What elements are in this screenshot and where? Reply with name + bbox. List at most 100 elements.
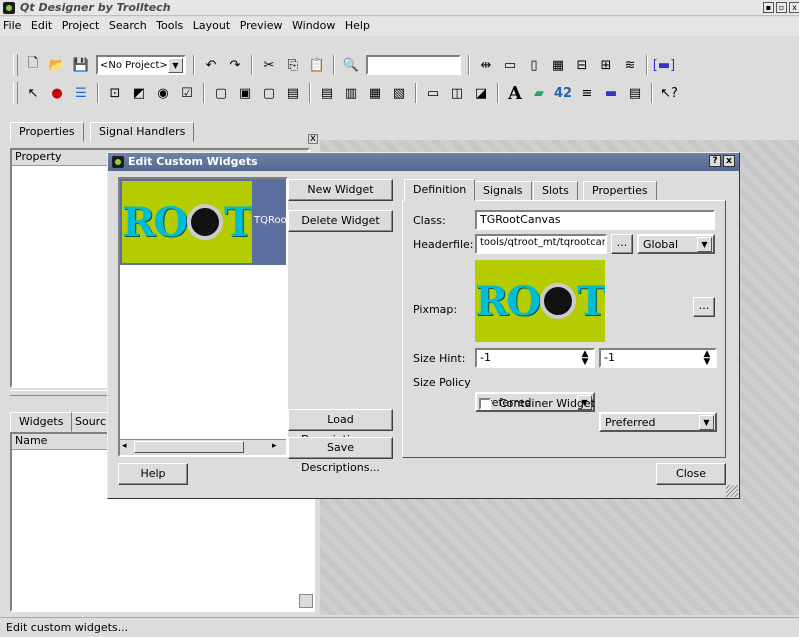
check-box-icon[interactable]: ☑ (177, 83, 197, 103)
tab-definition[interactable]: Definition (404, 179, 476, 201)
separator (97, 83, 99, 103)
line-icon[interactable]: ≡ (577, 83, 597, 103)
adjust-size-icon[interactable]: ⇹ (476, 55, 496, 75)
connect-signals-icon[interactable]: ● (47, 83, 67, 103)
help-title-button[interactable]: ? (709, 155, 721, 167)
chevron-down-icon: ▼ (697, 237, 712, 252)
tool-button-icon[interactable]: ◩ (129, 83, 149, 103)
separator (651, 83, 653, 103)
tab-properties-dialog[interactable]: Properties (583, 181, 657, 201)
list-box-icon[interactable]: ▤ (317, 83, 337, 103)
minimize-button[interactable]: ▪ (763, 2, 774, 13)
separator (468, 55, 470, 75)
undo-icon[interactable]: ↶ (201, 55, 221, 75)
toolbar-grip[interactable] (13, 82, 18, 104)
save-descriptions-button[interactable]: Save Descriptions... (288, 437, 393, 474)
scope-combo[interactable]: Global ▼ (637, 234, 715, 254)
scrollbar-thumb[interactable] (134, 441, 244, 453)
project-combo[interactable]: <No Project> ▼ (96, 55, 186, 75)
layout-splitter-h-icon[interactable]: ⊟ (572, 55, 592, 75)
menu-search[interactable]: Search (106, 17, 150, 32)
toolbar-grip[interactable] (13, 54, 18, 76)
menu-window[interactable]: Window (289, 17, 338, 32)
dialog-title-bar[interactable]: Edit Custom Widgets ? x (108, 153, 739, 171)
text-view-icon[interactable]: ▤ (625, 83, 645, 103)
container-widget-checkbox[interactable] (479, 398, 491, 410)
headerfile-input[interactable]: tools/qtroot_mt/tqrootcanvas.h (475, 234, 607, 254)
close-window-button[interactable]: x (789, 2, 799, 13)
tab-signal-handlers[interactable]: Signal Handlers (90, 122, 195, 142)
layout-horizontal-icon[interactable]: ▭ (500, 55, 520, 75)
custom-widget-icon[interactable]: [▬] (653, 55, 675, 75)
menu-preview[interactable]: Preview (237, 17, 286, 32)
tab-signals[interactable]: Signals (474, 181, 532, 201)
browse-pixmap-button[interactable]: ... (693, 297, 715, 317)
list-item-selected[interactable]: RO T TQRoo (120, 179, 287, 265)
menu-tools[interactable]: Tools (153, 17, 186, 32)
scroll-right-icon[interactable]: ▸ (272, 441, 277, 451)
progress-bar-icon[interactable]: ▬ (601, 83, 621, 103)
dock-close-icon[interactable]: x (308, 134, 318, 144)
horizontal-scrollbar[interactable]: ◂ ▸ (120, 439, 286, 455)
icon-view-icon[interactable]: ▦ (365, 83, 385, 103)
layout-grid-icon[interactable]: ▦ (548, 55, 568, 75)
table-icon[interactable]: ▧ (389, 83, 409, 103)
tab-widgets[interactable]: Widgets (10, 412, 73, 432)
save-icon[interactable]: 💾 (71, 55, 91, 75)
list-view-icon[interactable]: ▥ (341, 83, 361, 103)
menu-help[interactable]: Help (342, 17, 373, 32)
menu-layout[interactable]: Layout (190, 17, 233, 32)
spin-box-icon[interactable]: ◫ (447, 83, 467, 103)
text-label-icon[interactable]: A (505, 83, 525, 104)
tab-slots[interactable]: Slots (533, 181, 578, 201)
new-widget-button[interactable]: New Widget (288, 179, 393, 201)
menu-project[interactable]: Project (59, 17, 103, 32)
tab-properties[interactable]: Properties (10, 122, 84, 142)
radio-button-icon[interactable]: ◉ (153, 83, 173, 103)
pointer-icon[interactable]: ↖ (23, 83, 43, 103)
tab-order-icon[interactable]: ☰ (71, 83, 91, 103)
qt-app-icon (3, 2, 15, 14)
sizehint-height-spinbox[interactable]: -1 ▲ ▼ (599, 348, 717, 368)
open-folder-icon[interactable]: 📂 (47, 55, 67, 75)
copy-icon[interactable]: ⎘ (283, 55, 303, 75)
layout-vertical-icon[interactable]: ▯ (524, 55, 544, 75)
close-title-button[interactable]: x (723, 155, 735, 167)
frame-icon[interactable]: ▢ (259, 83, 279, 103)
help-button[interactable]: Help (118, 463, 188, 485)
close-button[interactable]: Close (656, 463, 726, 485)
line-edit-icon[interactable]: ▭ (423, 83, 443, 103)
button-group-icon[interactable]: ▣ (235, 83, 255, 103)
combo-box-icon[interactable]: ◪ (471, 83, 491, 103)
spin-arrows-icon[interactable]: ▲ ▼ (578, 350, 592, 366)
sizehint-width-spinbox[interactable]: -1 ▲ ▼ (475, 348, 595, 368)
lcd-number-icon[interactable]: 42 (553, 83, 573, 103)
group-box-icon[interactable]: ▢ (211, 83, 231, 103)
search-input[interactable] (366, 55, 461, 75)
find-icon[interactable]: 🔍 (341, 55, 361, 75)
redo-icon[interactable]: ↷ (225, 55, 245, 75)
scroll-left-icon[interactable]: ◂ (122, 441, 127, 451)
sizepolicy-v-combo[interactable]: Preferred ▼ (599, 412, 717, 432)
scrollbar-corner[interactable] (299, 594, 313, 608)
delete-widget-button[interactable]: Delete Widget (288, 210, 393, 232)
load-descriptions-button[interactable]: Load Descriptions... (288, 409, 393, 446)
class-input[interactable]: TGRootCanvas (475, 210, 715, 230)
menu-file[interactable]: File (0, 17, 24, 32)
browse-header-button[interactable]: ... (611, 234, 633, 254)
paste-icon[interactable]: 📋 (307, 55, 327, 75)
custom-widget-list[interactable]: RO T TQRoo ◂ ▸ (118, 177, 288, 457)
window-title-bar[interactable]: Qt Designer by Trolltech ▪ ▫ x (0, 0, 799, 16)
resize-grip-icon[interactable] (726, 485, 738, 497)
new-file-icon[interactable]: 🗋 (23, 55, 43, 75)
break-layout-icon[interactable]: ≋ (620, 55, 640, 75)
push-button-icon[interactable]: ⊡ (105, 83, 125, 103)
maximize-button[interactable]: ▫ (776, 2, 787, 13)
pixmap-label-icon[interactable]: ▰ (529, 83, 549, 103)
whats-this-icon[interactable]: ↖? (659, 83, 679, 103)
cut-icon[interactable]: ✂ (259, 55, 279, 75)
menu-edit[interactable]: Edit (28, 17, 55, 32)
layout-splitter-v-icon[interactable]: ⊞ (596, 55, 616, 75)
tab-widget-icon[interactable]: ▤ (283, 83, 303, 103)
spin-arrows-icon[interactable]: ▲ ▼ (700, 350, 714, 366)
